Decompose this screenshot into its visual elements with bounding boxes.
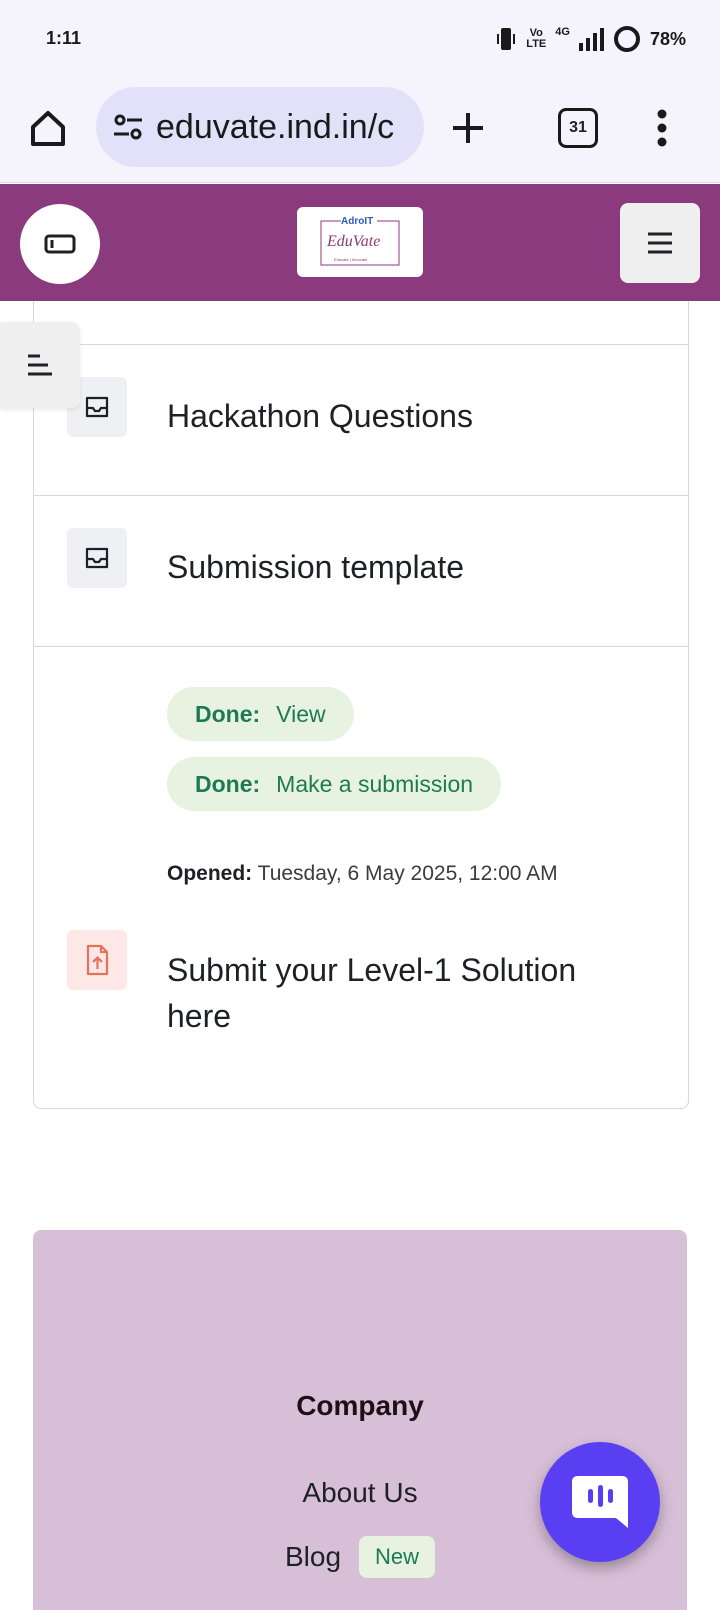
new-badge: New: [359, 1536, 436, 1578]
address-bar[interactable]: eduvate.ind.in/c: [96, 87, 424, 167]
main-menu-button[interactable]: [620, 203, 700, 283]
completion-badge-submission: Done: Make a submission: [167, 757, 502, 811]
browser-toolbar: eduvate.ind.in/c 31: [0, 82, 720, 183]
site-info-icon[interactable]: [112, 113, 144, 141]
logo-top-text: AdroIT: [341, 216, 374, 227]
vibrate-icon: [497, 28, 516, 50]
status-icons: Vo LTE 4G 78%: [495, 24, 686, 54]
activity-row[interactable]: Hackathon Questions: [34, 344, 688, 496]
list-icon: [28, 354, 52, 376]
volte-label: Vo LTE: [526, 27, 547, 50]
panel-icon: [44, 234, 76, 254]
more-menu-icon[interactable]: [650, 102, 674, 154]
completion-label: Done:: [195, 700, 261, 727]
course-index-toggle[interactable]: [0, 322, 80, 408]
url-text: eduvate.ind.in/c: [156, 107, 395, 146]
course-section-card: Hackathon Questions Submission template …: [33, 301, 689, 1109]
blog-label[interactable]: Blog: [285, 1541, 341, 1573]
inbox-icon: [67, 528, 127, 588]
new-tab-icon[interactable]: [446, 106, 490, 150]
activity-title[interactable]: Hackathon Questions: [167, 393, 473, 439]
completion-badge-view: Done: View: [167, 687, 354, 741]
chat-bubble-icon: [572, 1476, 628, 1528]
file-upload-icon: [67, 930, 127, 990]
opened-value: Tuesday, 6 May 2025, 12:00 AM: [257, 862, 558, 885]
activity-title[interactable]: Submission template: [167, 544, 464, 590]
battery-ring-icon: [613, 26, 640, 52]
logo-tagline: Educate | Innovate: [334, 257, 368, 262]
opened-date: Opened: Tuesday, 6 May 2025, 12:00 AM: [167, 862, 558, 886]
completion-label: Done:: [195, 770, 261, 797]
battery-level: 78%: [649, 28, 686, 49]
completion-value: View: [276, 700, 326, 727]
assignment-title[interactable]: Submit your Level-1 Solution here: [167, 947, 627, 1039]
opened-label: Opened:: [167, 862, 253, 885]
signal-icon: [578, 28, 604, 51]
logo-main-text: EduVate: [327, 233, 381, 250]
status-bar: 1:11 Vo LTE 4G 78%: [0, 0, 720, 82]
assignment-row: Done: View Done: Make a submission Opene…: [34, 646, 688, 1109]
hamburger-icon: [648, 232, 672, 254]
network-label: 4G: [555, 26, 570, 38]
completion-value: Make a submission: [276, 770, 474, 797]
home-icon[interactable]: [22, 102, 74, 154]
site-logo[interactable]: AdroIT EduVate Educate | Innovate: [297, 207, 423, 277]
activity-row[interactable]: Submission template: [34, 495, 688, 647]
site-header: AdroIT EduVate Educate | Innovate: [0, 184, 720, 301]
status-time: 1:11: [46, 28, 82, 48]
footer-heading: Company: [296, 1390, 424, 1421]
chat-button[interactable]: [540, 1442, 660, 1562]
drawer-toggle-button[interactable]: [20, 204, 100, 284]
tab-switcher-icon[interactable]: 31: [558, 108, 598, 148]
footer-link-blog[interactable]: Blog New: [285, 1536, 436, 1578]
